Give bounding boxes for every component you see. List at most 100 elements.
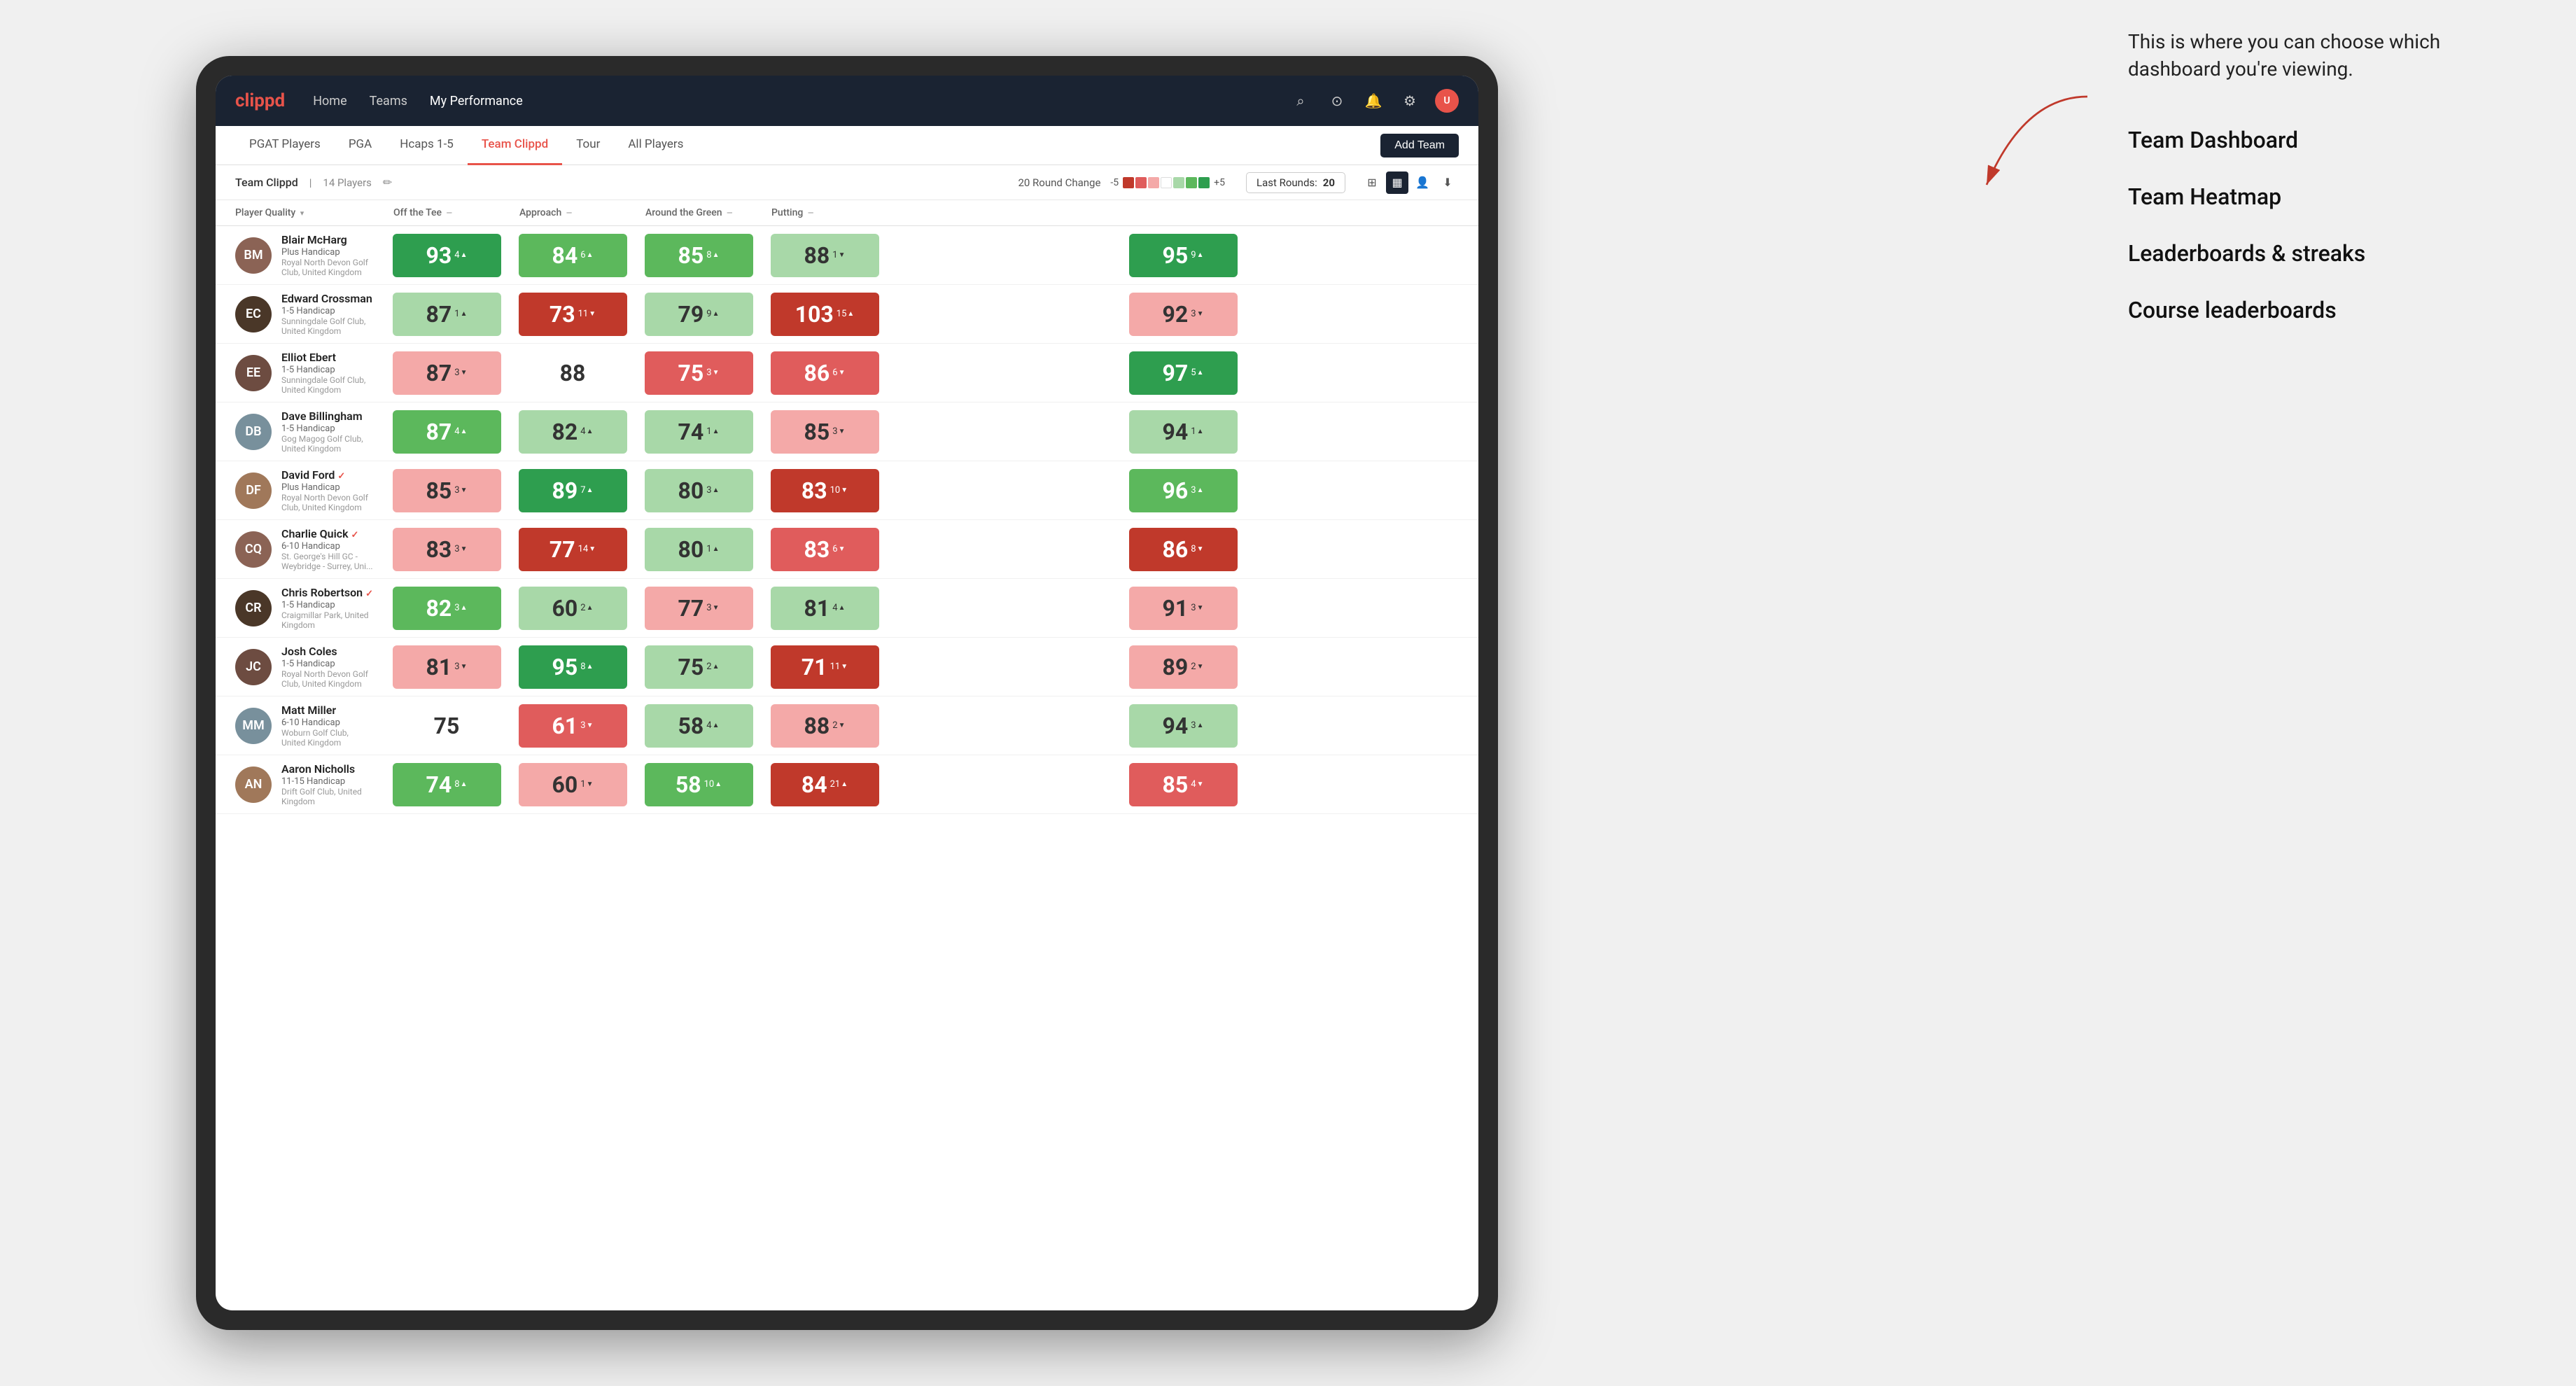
team-name: Team Clippd [235, 176, 298, 189]
player-cell-2[interactable]: EE Elliot Ebert 1-5 Handicap Sunningdale… [216, 344, 384, 402]
metric-score: 88 [560, 360, 586, 386]
player-handicap: 6-10 Handicap [281, 541, 374, 552]
search-icon[interactable]: ⌕ [1289, 90, 1312, 112]
view-icon-grid1[interactable]: ⊞ [1361, 172, 1383, 194]
sub-nav-all-players[interactable]: All Players [614, 126, 697, 165]
annotation-area: This is where you can choose which dashb… [2128, 28, 2520, 351]
metric-box: 75 3▼ [645, 351, 753, 395]
view-icon-download[interactable]: ⬇ [1436, 172, 1459, 194]
sub-nav-team-clippd[interactable]: Team Clippd [468, 126, 562, 165]
round-change: 20 Round Change -5 +5 Last Rounds: 20 [1018, 172, 1459, 194]
metric-change: 3▲ [706, 485, 719, 496]
player-info: Edward Crossman 1-5 Handicap Sunningdale… [281, 292, 374, 336]
user-icon[interactable]: ⊙ [1326, 90, 1348, 112]
col-sort-approach[interactable]: — [566, 209, 572, 218]
avatar[interactable]: U [1435, 89, 1459, 113]
metric-box: 79 9▲ [645, 293, 753, 336]
metric-score: 93 [426, 242, 452, 269]
metric-cell-putting: 92 3▼ [888, 285, 1478, 344]
player-cell-0[interactable]: BM Blair McHarg Plus Handicap Royal Nort… [216, 226, 384, 285]
player-cell-8[interactable]: MM Matt Miller 6-10 Handicap Woburn Golf… [216, 696, 384, 755]
player-cell-7[interactable]: JC Josh Coles 1-5 Handicap Royal North D… [216, 638, 384, 696]
metric-box: 84 6▲ [519, 234, 627, 277]
metric-box: 71 11▼ [771, 645, 879, 689]
table-row: AN Aaron Nicholls 11-15 Handicap Drift G… [216, 755, 1478, 814]
dashboard-option-leaderboards[interactable]: Leaderboards & streaks [2128, 238, 2520, 270]
col-sort-putting[interactable]: — [808, 209, 813, 218]
player-name: Blair McHarg [281, 233, 374, 246]
metric-score: 82 [552, 419, 578, 445]
nav-teams[interactable]: Teams [370, 94, 407, 108]
metric-score: 84 [552, 242, 578, 269]
player-cell-9[interactable]: AN Aaron Nicholls 11-15 Handicap Drift G… [216, 755, 384, 814]
metric-score: 91 [1163, 595, 1189, 622]
dashboard-option-course[interactable]: Course leaderboards [2128, 295, 2520, 326]
metric-box: 73 11▼ [519, 293, 627, 336]
last-rounds-button[interactable]: Last Rounds: 20 [1246, 172, 1345, 193]
sub-nav-hcaps[interactable]: Hcaps 1-5 [386, 126, 468, 165]
player-info: Blair McHarg Plus Handicap Royal North D… [281, 233, 374, 277]
player-cell-4[interactable]: DF David Ford ✓ Plus Handicap Royal Nort… [216, 461, 384, 520]
metric-score: 103 [795, 301, 834, 328]
sub-nav-pgat[interactable]: PGAT Players [235, 126, 335, 165]
scale-block-green-light [1173, 177, 1184, 188]
player-cell-1[interactable]: EC Edward Crossman 1-5 Handicap Sunningd… [216, 285, 384, 344]
metric-change: 6▲ [580, 250, 593, 260]
metric-change: 3▼ [454, 544, 467, 554]
metric-cell-approach: 80 3▲ [636, 461, 762, 520]
sub-nav-tour[interactable]: Tour [562, 126, 614, 165]
player-avatar: CQ [235, 531, 272, 568]
metric-score: 85 [1163, 771, 1189, 798]
table-row: EC Edward Crossman 1-5 Handicap Sunningd… [216, 285, 1478, 344]
round-change-label: 20 Round Change [1018, 176, 1100, 189]
add-team-button[interactable]: Add Team [1380, 134, 1459, 158]
sub-nav: PGAT Players PGA Hcaps 1-5 Team Clippd T… [216, 126, 1478, 165]
col-sort-off-tee[interactable]: — [446, 209, 451, 218]
player-name: Matt Miller [281, 704, 374, 717]
metric-score: 60 [552, 595, 578, 622]
settings-icon[interactable]: ⚙ [1399, 90, 1421, 112]
player-info: Aaron Nicholls 11-15 Handicap Drift Golf… [281, 762, 374, 806]
nav-my-performance[interactable]: My Performance [430, 94, 523, 108]
metric-change: 9▲ [1191, 250, 1203, 260]
player-cell-3[interactable]: DB Dave Billingham 1-5 Handicap Gog Mago… [216, 402, 384, 461]
sub-nav-pga[interactable]: PGA [335, 126, 386, 165]
metric-score: 95 [1163, 242, 1189, 269]
player-info: David Ford ✓ Plus Handicap Royal North D… [281, 468, 374, 512]
metric-box: 84 21▲ [771, 763, 879, 806]
metric-change: 1▲ [706, 544, 719, 554]
edit-icon[interactable]: ✏ [383, 176, 392, 189]
player-info: Josh Coles 1-5 Handicap Royal North Devo… [281, 645, 374, 689]
dashboard-option-team[interactable]: Team Dashboard [2128, 125, 2520, 156]
metric-box: 95 8▲ [519, 645, 627, 689]
metric-cell-approach: 58 10▲ [636, 755, 762, 814]
player-cell-6[interactable]: CR Chris Robertson ✓ 1-5 Handicap Craigm… [216, 579, 384, 638]
metric-box: 60 1▼ [519, 763, 627, 806]
metric-score: 95 [552, 654, 578, 680]
metric-score: 80 [678, 536, 704, 563]
player-club: Woburn Golf Club, United Kingdom [281, 728, 374, 748]
nav-home[interactable]: Home [313, 94, 346, 108]
dashboard-option-heatmap[interactable]: Team Heatmap [2128, 181, 2520, 213]
metric-box: 87 3▼ [393, 351, 501, 395]
view-icon-grid2[interactable]: ▦ [1386, 172, 1408, 194]
bell-icon[interactable]: 🔔 [1362, 90, 1385, 112]
metric-cell-off_tee: 84 6▲ [510, 226, 636, 285]
metric-cell-around_green: 88 1▼ [762, 226, 888, 285]
metric-score: 83 [802, 477, 827, 504]
player-avatar: JC [235, 649, 272, 685]
player-avatar: AN [235, 766, 272, 803]
metric-box: 93 4▲ [393, 234, 501, 277]
metric-box: 75 2▲ [645, 645, 753, 689]
view-icon-person[interactable]: 👤 [1411, 172, 1434, 194]
player-cell-5[interactable]: CQ Charlie Quick ✓ 6-10 Handicap St. Geo… [216, 520, 384, 579]
player-handicap: 1-5 Handicap [281, 306, 374, 316]
player-handicap: Plus Handicap [281, 482, 374, 493]
metric-score: 96 [1163, 477, 1189, 504]
metric-box: 103 15▲ [771, 293, 879, 336]
col-sort-player[interactable]: ▾ [300, 209, 304, 218]
col-sort-around-green[interactable]: — [727, 209, 732, 218]
metric-change: 11▼ [830, 662, 848, 672]
player-handicap: 11-15 Handicap [281, 776, 374, 787]
metric-change: 4▲ [454, 250, 467, 260]
